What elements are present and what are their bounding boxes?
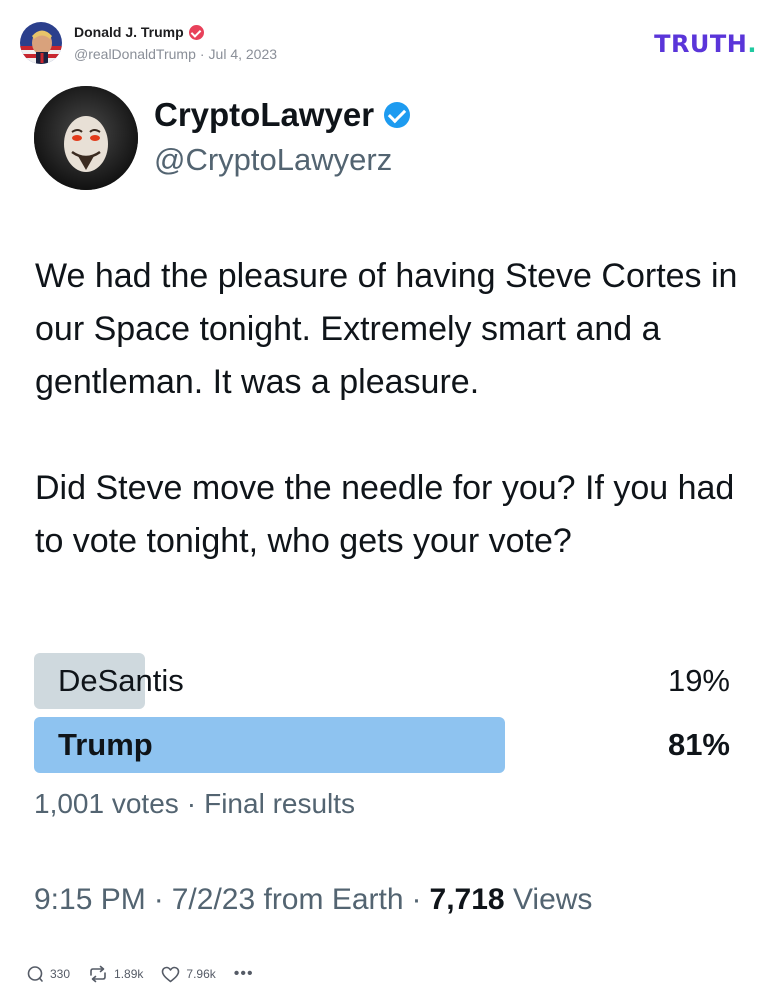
truth-logo-dot: . <box>747 30 757 58</box>
truth-logo-text: TRUTH <box>654 30 748 58</box>
post-header: Donald J. Trump @realDonaldTrump · Jul 4… <box>20 20 757 66</box>
author-handle[interactable]: @realDonaldTrump <box>74 46 196 62</box>
author-avatar[interactable] <box>20 22 62 64</box>
like-button[interactable]: 7.96k <box>161 966 216 983</box>
poll-option-desantis: DeSantis 19% <box>34 653 734 709</box>
tweet-meta-separator-1: · <box>153 883 164 916</box>
tweet-handle: @CryptoLawyerz <box>154 142 393 177</box>
poll-footer: 1,001 votes · Final results <box>34 788 355 820</box>
reply-count: 330 <box>50 967 71 981</box>
poll-votes: 1,001 votes <box>34 788 179 819</box>
tweet-text: We had the pleasure of having Steve Cort… <box>35 250 765 568</box>
tweet-date-source: 7/2/23 from Earth <box>171 883 404 916</box>
poll: DeSantis 19% Trump 81% <box>34 653 734 781</box>
retruth-button[interactable]: 1.89k <box>88 965 143 983</box>
tweet-paragraph-2: Did Steve move the needle for you? If yo… <box>35 469 735 560</box>
more-icon: ••• <box>233 965 254 982</box>
tweet-meta-separator-2: · <box>411 883 422 916</box>
like-count: 7.96k <box>186 967 216 981</box>
tweet-time: 9:15 PM <box>34 883 146 916</box>
more-options-button[interactable]: ••• <box>234 966 254 982</box>
tweet-author-name-text: CryptoLawyer <box>154 96 375 133</box>
retruth-count: 1.89k <box>114 967 144 981</box>
verified-badge-icon <box>188 24 204 40</box>
post-actions: 330 1.89k 7.96k ••• <box>26 962 254 986</box>
tweet-author-name: CryptoLawyer <box>154 96 411 134</box>
author-name[interactable]: Donald J. Trump <box>74 24 204 40</box>
poll-option-trump: Trump 81% <box>34 717 734 773</box>
embedded-tweet-image[interactable]: CryptoLawyer @CryptoLawyerz We had the p… <box>0 80 777 950</box>
author-name-text[interactable]: Donald J. Trump <box>74 24 184 40</box>
tweet-meta: 9:15 PM · 7/2/23 from Earth · 7,718 View… <box>34 883 592 917</box>
poll-percent-trump: 81% <box>667 727 730 762</box>
poll-label-trump: Trump <box>58 727 153 762</box>
poll-label-desantis: DeSantis <box>58 663 184 698</box>
truth-logo[interactable]: TRUTH. <box>654 30 757 58</box>
like-icon <box>162 966 180 982</box>
tweet-avatar <box>34 86 138 190</box>
meta-separator: · <box>199 46 205 62</box>
retruth-icon <box>90 965 106 983</box>
poll-status: Final results <box>204 788 356 819</box>
author-meta: @realDonaldTrump · Jul 4, 2023 <box>74 46 277 62</box>
tweet-views-count: 7,718 <box>429 883 505 916</box>
tweet-views-label: Views <box>512 883 593 916</box>
post-date[interactable]: Jul 4, 2023 <box>209 46 278 62</box>
tweet-paragraph-1: We had the pleasure of having Steve Cort… <box>35 257 738 401</box>
poll-percent-desantis: 19% <box>667 663 730 698</box>
poll-footer-separator: · <box>186 788 197 819</box>
tweet-verified-icon <box>384 102 411 128</box>
reply-button[interactable]: 330 <box>26 965 70 983</box>
reply-icon <box>27 966 43 982</box>
